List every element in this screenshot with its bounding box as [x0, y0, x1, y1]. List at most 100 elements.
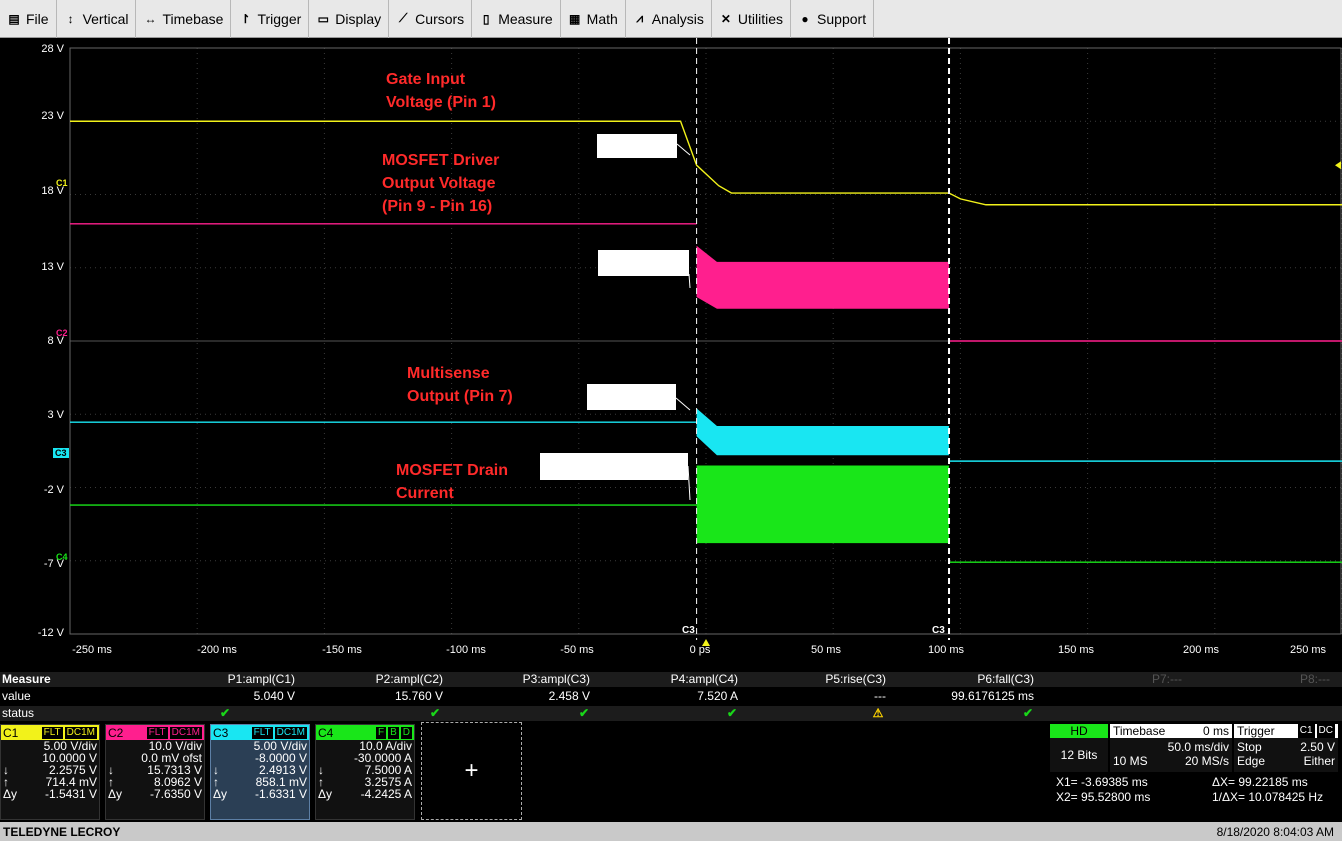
param-name[interactable]: P2:ampl(C2): [303, 672, 443, 686]
param-value: 7.520 A: [697, 689, 738, 703]
channel-descriptor-c4[interactable]: C4 FBD 10.0 A/div -30.0000 A ↓ 7.5000 A ↑…: [315, 724, 415, 820]
delta-value: -1.5431 V: [44, 787, 97, 801]
trigger-panel[interactable]: Trigger C1 DC Stop 2.50 V Edge Either: [1234, 724, 1338, 772]
add-trace-button[interactable]: +: [421, 722, 522, 820]
param-name[interactable]: P4:ampl(C4): [598, 672, 738, 686]
param-name[interactable]: P5:rise(C3): [746, 672, 886, 686]
menu-measure-label: Measure: [498, 10, 553, 27]
menu-display[interactable]: ▭ Display: [309, 0, 390, 38]
redaction-box: [597, 134, 677, 158]
timebase-panel[interactable]: Timebase 0 ms 50.0 ms/div 10 MS 20 MS/s: [1110, 724, 1232, 772]
timestamp: 8/18/2020 8:04:03 AM: [1216, 825, 1334, 839]
display-icon: ▭: [317, 11, 329, 26]
menu-file[interactable]: ▤ File: [0, 0, 57, 38]
param-name[interactable]: P7:---: [1042, 672, 1182, 686]
channel-name: C4: [318, 725, 334, 740]
vertical-icon: ↕: [67, 11, 74, 26]
waveform-band-c4: [696, 465, 949, 544]
timebase-sampling: 10 MS 20 MS/s: [1110, 754, 1232, 768]
channel-marker-c2[interactable]: C2: [56, 328, 68, 338]
analysis-icon: ⩘: [636, 11, 644, 25]
cursor-label-x1[interactable]: C3: [682, 625, 695, 636]
channel-tag: DC1M: [274, 726, 307, 739]
channel-header: C2 FLT DC1M: [106, 725, 204, 740]
annotation-leader-line: [687, 465, 691, 501]
channel-descriptor-c1[interactable]: C1 FLT DC1M 5.00 V/div 10.0000 V ↓ 2.2575 …: [0, 724, 100, 820]
annotation-drain-current: MOSFET Drain Current: [396, 462, 509, 502]
menu-cursors[interactable]: ⟋ Cursors: [389, 0, 473, 38]
trigger-icon: ↾: [240, 11, 251, 26]
y-tick-label: 8 V: [47, 335, 64, 347]
channel-marker-c4[interactable]: C4: [56, 552, 68, 562]
param-name[interactable]: P6:fall(C3): [894, 672, 1034, 686]
cursor-x1-value: X1= -3.69385 ms: [1056, 775, 1148, 789]
x-tick-label: -200 ms: [197, 644, 237, 656]
x-tick-label: -50 ms: [560, 644, 594, 656]
y-tick-label: 18 V: [41, 185, 64, 197]
measure-table: Measure P1:ampl(C1) P2:ampl(C2) P3:ampl(…: [0, 672, 1342, 724]
line-prefix: [3, 740, 19, 752]
status-bar: TELEDYNE LECROY 8/18/2020 8:04:03 AM: [0, 822, 1342, 841]
timebase-div: 50.0 ms/div: [1167, 740, 1229, 754]
menu-trigger[interactable]: ↾ Trigger: [231, 0, 310, 38]
x-tick-label: 200 ms: [1182, 644, 1220, 656]
menu-utilities-label: Utilities: [737, 10, 784, 27]
menu-timebase[interactable]: ↔ Timebase: [136, 0, 232, 38]
measure-icon: ▯: [482, 11, 490, 26]
param-name[interactable]: P8:---: [1190, 672, 1330, 686]
cursor-readout: X1= -3.69385 ms ΔX= 99.22185 ms X2= 95.5…: [1056, 775, 1340, 809]
channel-descriptor-c3[interactable]: C3 FLT DC1M 5.00 V/div -8.0000 V ↓ 2.4913 …: [210, 724, 310, 820]
delta-value: -7.6350 V: [149, 787, 202, 801]
trigger-level: 2.50 V: [1300, 740, 1335, 754]
menu-cursors-label: Cursors: [415, 10, 465, 27]
menu-measure[interactable]: ▯ Measure: [472, 0, 561, 38]
trigger-mode: Stop: [1237, 740, 1262, 754]
measure-row-label: value: [2, 689, 31, 703]
menu-utilities[interactable]: ✕ Utilities: [712, 0, 792, 38]
channel-marker-c1[interactable]: C1: [56, 178, 68, 188]
channel-marker-c3[interactable]: C3: [53, 448, 69, 458]
cursor-dx-value: ΔX= 99.22185 ms: [1212, 775, 1308, 789]
x-tick-label: 250 ms: [1289, 644, 1327, 656]
y-tick-label: -7 V: [43, 558, 64, 570]
y-tick-label: 28 V: [41, 43, 64, 55]
cursor-x2-value: X2= 95.52800 ms: [1056, 790, 1151, 804]
param-value: 15.760 V: [394, 689, 443, 703]
menu-math[interactable]: ▦ Math: [561, 0, 626, 38]
x-tick-label: -250 ms: [72, 644, 112, 656]
channel-tag: FLT: [41, 726, 63, 739]
param-value: ---: [874, 689, 886, 703]
cursor-label-x2[interactable]: C3: [932, 625, 945, 636]
trigger-row: Stop 2.50 V: [1234, 738, 1338, 754]
delta-label: Δy: [213, 787, 228, 801]
channel-tag: FLT: [146, 726, 168, 739]
waveform-display[interactable]: 28 V 23 V 18 V 13 V 8 V 3 V -2 V -7 V -1…: [0, 38, 1342, 670]
menu-support[interactable]: ● Support: [791, 0, 875, 38]
menu-file-label: File: [26, 10, 49, 27]
delta-label: Δy: [318, 787, 333, 801]
hd-indicator[interactable]: HD 12 Bits: [1050, 724, 1108, 772]
annotation-multisense: Multisense Output (Pin 7): [407, 365, 513, 405]
channel-descriptor-c2[interactable]: C2 FLT DC1M 10.0 V/div 0.0 mV ofst ↓ 15.73…: [105, 724, 205, 820]
menu-vertical-label: Vertical: [82, 10, 129, 27]
param-name[interactable]: P3:ampl(C3): [450, 672, 590, 686]
menu-vertical[interactable]: ↕ Vertical: [57, 0, 137, 38]
channel-tag: FLT: [251, 726, 273, 739]
x-tick-label: -100 ms: [446, 644, 486, 656]
math-icon: ▦: [568, 11, 581, 26]
trigger-level-marker: [1335, 161, 1341, 170]
param-name[interactable]: P1:ampl(C1): [155, 672, 295, 686]
channel-tag: DC1M: [169, 726, 202, 739]
menu-analysis-label: Analysis: [651, 10, 704, 27]
redaction-box: [587, 384, 676, 410]
status-ok-icon: ✔: [219, 706, 231, 720]
menu-support-label: Support: [817, 10, 867, 27]
trigger-tag: C1: [1297, 724, 1315, 738]
brand-logo: TELEDYNE LECROY: [3, 825, 121, 839]
menu-analysis[interactable]: ⩘ Analysis: [626, 0, 712, 38]
measure-title[interactable]: Measure: [2, 672, 51, 686]
y-tick-label: -12 V: [37, 627, 64, 639]
trigger-header: Trigger C1 DC: [1234, 724, 1338, 738]
hd-label: HD: [1050, 724, 1108, 738]
cursors-icon: ⟋: [398, 11, 408, 25]
